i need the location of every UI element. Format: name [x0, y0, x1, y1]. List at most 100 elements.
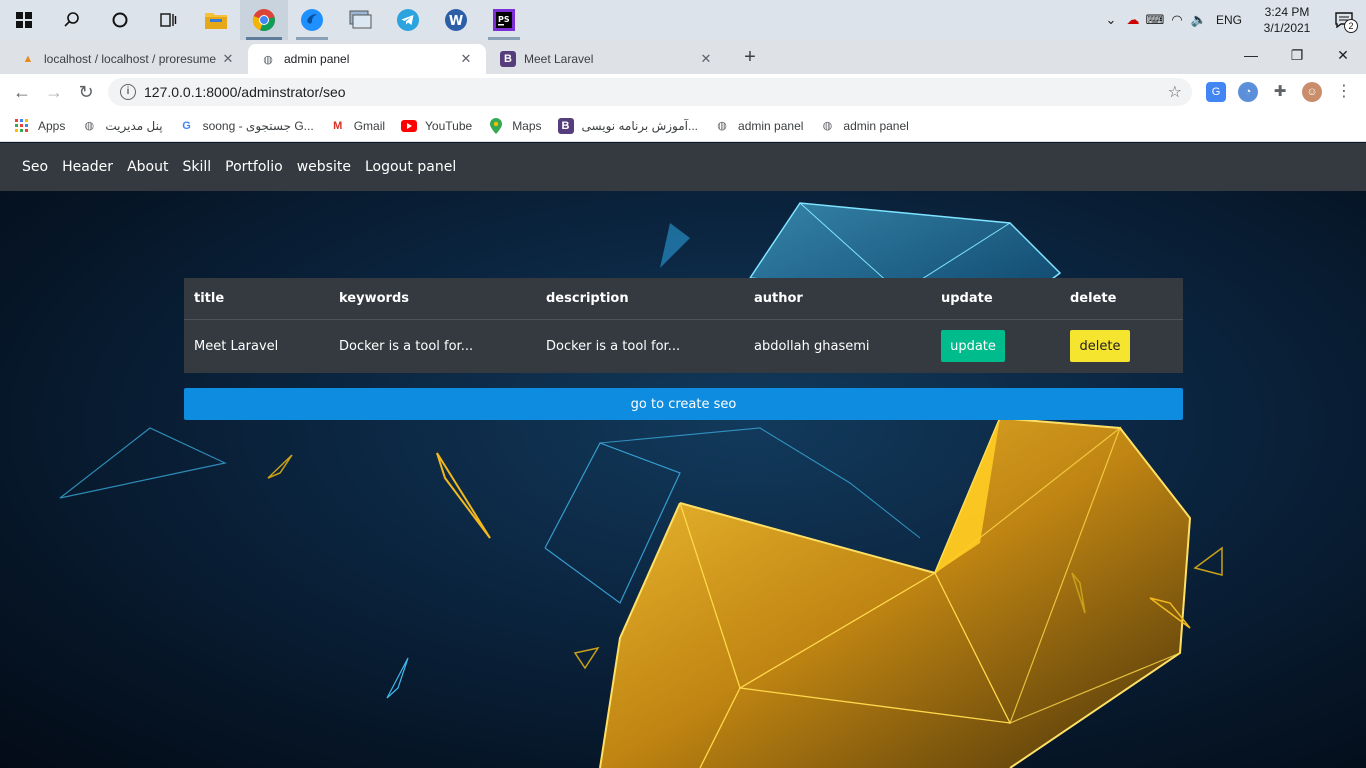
language-indicator[interactable]: ENG [1216, 13, 1242, 27]
reload-icon[interactable]: ↻ [74, 80, 98, 104]
keyboard-icon[interactable]: ⌨ [1144, 12, 1166, 28]
new-tab-icon[interactable]: + [738, 46, 762, 70]
chrome-icon[interactable] [240, 0, 288, 40]
column-header-keywords: keywords [329, 278, 536, 320]
bookmark-admin-panel-1[interactable]: ◍ admin panel [714, 118, 803, 134]
bookmarks-bar: Apps ◍ پنل مدیریت G soong - جستجوی G... … [0, 110, 1366, 142]
blue-app-icon[interactable] [288, 0, 336, 40]
globe-icon: ◍ [84, 120, 95, 132]
column-header-description: description [536, 278, 744, 320]
search-icon[interactable] [48, 0, 96, 40]
cell-keywords: Docker is a tool for... [339, 338, 474, 354]
nav-link-seo[interactable]: Seo [22, 159, 48, 175]
extension-icon[interactable]: ◔ [1238, 82, 1258, 102]
cell-title: Meet Laravel [194, 338, 279, 354]
tab-admin-panel[interactable]: ◍ admin panel ✕ [248, 44, 486, 74]
nav-link-website[interactable]: website [297, 159, 351, 175]
seo-table: title keywords description author update… [184, 278, 1183, 373]
delete-button[interactable]: delete [1070, 330, 1130, 363]
tab-strip: ▲ localhost / localhost / proresume ✕ ◍ … [0, 40, 1366, 74]
nav-link-about[interactable]: About [127, 159, 168, 175]
cell-delete: delete [1060, 319, 1183, 373]
wifi-icon[interactable]: ◠ [1166, 12, 1188, 28]
gmail-icon: M [333, 119, 343, 132]
restore-icon[interactable]: ❐ [1274, 40, 1320, 70]
bookmark-label: Maps [512, 118, 542, 133]
maps-pin-icon [488, 117, 504, 134]
clock[interactable]: 3:24 PM 3/1/2021 [1252, 4, 1322, 36]
clock-date: 3/1/2021 [1263, 21, 1311, 35]
notification-count: 2 [1344, 19, 1358, 33]
close-tab-icon[interactable]: ✕ [698, 51, 714, 67]
minimize-icon[interactable]: — [1228, 40, 1274, 70]
tab-title: admin panel [284, 52, 350, 66]
back-icon[interactable]: ← [10, 80, 34, 104]
svg-text:PS: PS [498, 15, 510, 24]
notifications-icon[interactable]: 2 [1322, 0, 1366, 40]
bookmark-label: soong - جستجوی G... [202, 118, 314, 133]
close-tab-icon[interactable]: ✕ [458, 51, 474, 67]
forward-icon[interactable]: → [42, 80, 66, 104]
extensions-puzzle-icon[interactable]: ✚ [1270, 82, 1290, 102]
bootstrap-icon: B [557, 117, 574, 134]
column-header-delete: delete [1060, 278, 1183, 320]
clock-time: 3:24 PM [1264, 5, 1310, 19]
table-header-row: title keywords description author update… [184, 278, 1183, 320]
nav-link-portfolio[interactable]: Portfolio [225, 159, 283, 175]
admin-navbar: Seo Header About Skill Portfolio website… [0, 143, 1366, 191]
chevron-up-icon[interactable]: ⌄ [1100, 12, 1122, 28]
bookmark-label: Gmail [353, 118, 386, 133]
wamp-icon[interactable]: W [432, 0, 480, 40]
remote-desktop-icon[interactable] [336, 0, 384, 40]
nav-link-skill[interactable]: Skill [182, 159, 211, 175]
google-translate-icon[interactable]: G [1206, 82, 1226, 102]
tab-title: localhost / localhost / proresume [44, 52, 217, 66]
telegram-icon[interactable] [384, 0, 432, 40]
onedrive-error-icon[interactable]: ☁ [1122, 12, 1144, 28]
bookmark-star-icon[interactable]: ☆ [1168, 82, 1182, 102]
cell-update: update [931, 319, 1060, 373]
bookmark-programming[interactable]: B آموزش برنامه نویسی... [557, 117, 699, 134]
column-header-author: author [744, 278, 931, 320]
file-explorer-icon[interactable] [192, 0, 240, 40]
bookmark-label: Apps [38, 118, 66, 133]
svg-text:W: W [449, 14, 463, 29]
cortana-icon[interactable] [96, 0, 144, 40]
bookmark-gmail[interactable]: M Gmail [330, 118, 385, 134]
update-button[interactable]: update [941, 330, 1005, 363]
create-seo-button[interactable]: go to create seo [184, 388, 1183, 420]
address-bar[interactable]: i 127.0.0.1:8000/adminstrator/seo ☆ [108, 78, 1192, 106]
globe-icon: ◍ [263, 53, 273, 66]
bookmark-apps[interactable]: Apps [14, 118, 65, 134]
close-window-icon[interactable]: ✕ [1320, 40, 1366, 70]
bookmark-label: YouTube [425, 118, 473, 133]
youtube-icon [401, 118, 418, 134]
bookmark-admin-fa[interactable]: ◍ پنل مدیریت [81, 118, 163, 134]
nav-link-header[interactable]: Header [62, 159, 113, 175]
site-info-icon[interactable]: i [120, 84, 136, 100]
chrome-menu-icon[interactable]: ⋮ [1334, 82, 1354, 102]
tab-meet-laravel[interactable]: B Meet Laravel ✕ [488, 44, 726, 74]
windows-taskbar: W PS ⌄ ☁ ⌨ ◠ 🔈 ENG 3:24 PM 3/1/2021 2 [0, 0, 1366, 40]
google-icon: G [182, 119, 191, 132]
tab-phpmyadmin[interactable]: ▲ localhost / localhost / proresume ✕ [8, 44, 248, 74]
bookmark-maps[interactable]: Maps [488, 117, 542, 134]
volume-icon[interactable]: 🔈 [1188, 12, 1210, 28]
globe-icon: ◍ [717, 120, 727, 132]
system-tray: ⌄ ☁ ⌨ ◠ 🔈 ENG 3:24 PM 3/1/2021 2 [1100, 0, 1366, 40]
nav-link-logout[interactable]: Logout panel [365, 159, 456, 175]
cell-author: abdollah ghasemi [754, 338, 870, 354]
bookmark-google-search[interactable]: G soong - جستجوی G... [179, 118, 314, 134]
column-header-update: update [931, 278, 1060, 320]
profile-avatar[interactable]: ☺ [1302, 82, 1322, 102]
phpstorm-icon[interactable]: PS [480, 0, 528, 40]
bookmark-admin-panel-2[interactable]: ◍ admin panel [819, 118, 909, 134]
cell-description: Docker is a tool for... [546, 338, 681, 354]
bookmark-youtube[interactable]: YouTube [401, 118, 472, 134]
bookmark-label: آموزش برنامه نویسی... [581, 118, 699, 133]
task-view-icon[interactable] [144, 0, 192, 40]
close-tab-icon[interactable]: ✕ [220, 51, 236, 67]
column-header-title: title [184, 278, 329, 320]
windows-start-icon[interactable] [0, 0, 48, 40]
seo-table-panel: title keywords description author update… [184, 278, 1183, 373]
